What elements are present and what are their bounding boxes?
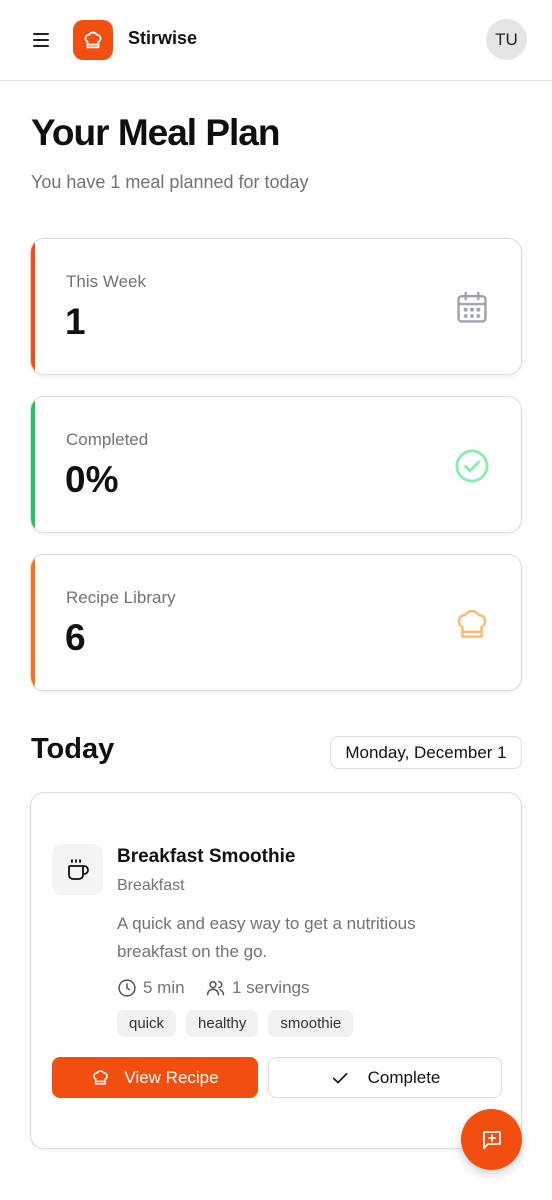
meal-card: Breakfast Smoothie Breakfast A quick and… <box>30 792 522 1149</box>
check-icon <box>332 1072 348 1083</box>
meal-description: A quick and easy way to get a nutritious… <box>117 914 416 961</box>
chef-hat-logo-icon[interactable] <box>73 20 113 60</box>
stat-card-recipe-library: Recipe Library 6 <box>30 554 522 691</box>
check-circle-icon <box>455 449 489 483</box>
stat-value: 1 <box>65 301 86 342</box>
app-header: Stirwise TU <box>0 0 552 81</box>
accent-bar <box>31 555 35 690</box>
stat-value: 0% <box>65 459 119 500</box>
tag: smoothie <box>268 1010 354 1037</box>
page-subtitle: You have 1 meal planned for today <box>31 172 309 192</box>
prep-time: 5 min <box>117 977 185 999</box>
complete-button[interactable]: Complete <box>268 1057 502 1098</box>
stat-label: This Week <box>66 272 146 291</box>
add-message-icon <box>482 1130 501 1149</box>
clock-icon <box>118 979 136 997</box>
accent-bar <box>31 397 35 532</box>
user-avatar[interactable]: TU <box>486 19 527 60</box>
prep-time-value: 5 min <box>143 978 185 997</box>
today-heading: Today <box>31 733 115 765</box>
chef-hat-icon <box>457 609 487 638</box>
servings-value: 1 servings <box>232 978 310 997</box>
meal-type: Breakfast <box>117 877 185 894</box>
view-recipe-button[interactable]: View Recipe <box>52 1057 258 1098</box>
tag: quick <box>117 1010 177 1037</box>
meal-name[interactable]: Breakfast Smoothie <box>117 846 295 868</box>
servings: 1 servings <box>205 977 309 999</box>
coffee-cup-icon <box>52 844 103 895</box>
stat-value: 6 <box>65 617 86 658</box>
stat-label: Completed <box>66 430 149 449</box>
page-title: Your Meal Plan <box>31 112 280 153</box>
tag-list: quick healthy smoothie <box>117 1010 354 1037</box>
calendar-icon <box>457 291 487 323</box>
date-badge: Monday, December 1 <box>330 736 522 769</box>
stat-card-completed: Completed 0% <box>30 396 522 533</box>
add-message-button[interactable] <box>461 1109 522 1170</box>
chef-hat-icon <box>93 1070 109 1085</box>
accent-bar <box>31 239 35 374</box>
view-recipe-label: View Recipe <box>124 1067 219 1087</box>
tag: healthy <box>186 1010 259 1037</box>
stat-label: Recipe Library <box>66 588 176 607</box>
menu-icon[interactable] <box>31 31 51 49</box>
complete-label: Complete <box>367 1067 441 1087</box>
stat-card-this-week: This Week 1 <box>30 238 522 375</box>
users-icon <box>206 981 225 996</box>
brand-name[interactable]: Stirwise <box>128 28 197 49</box>
